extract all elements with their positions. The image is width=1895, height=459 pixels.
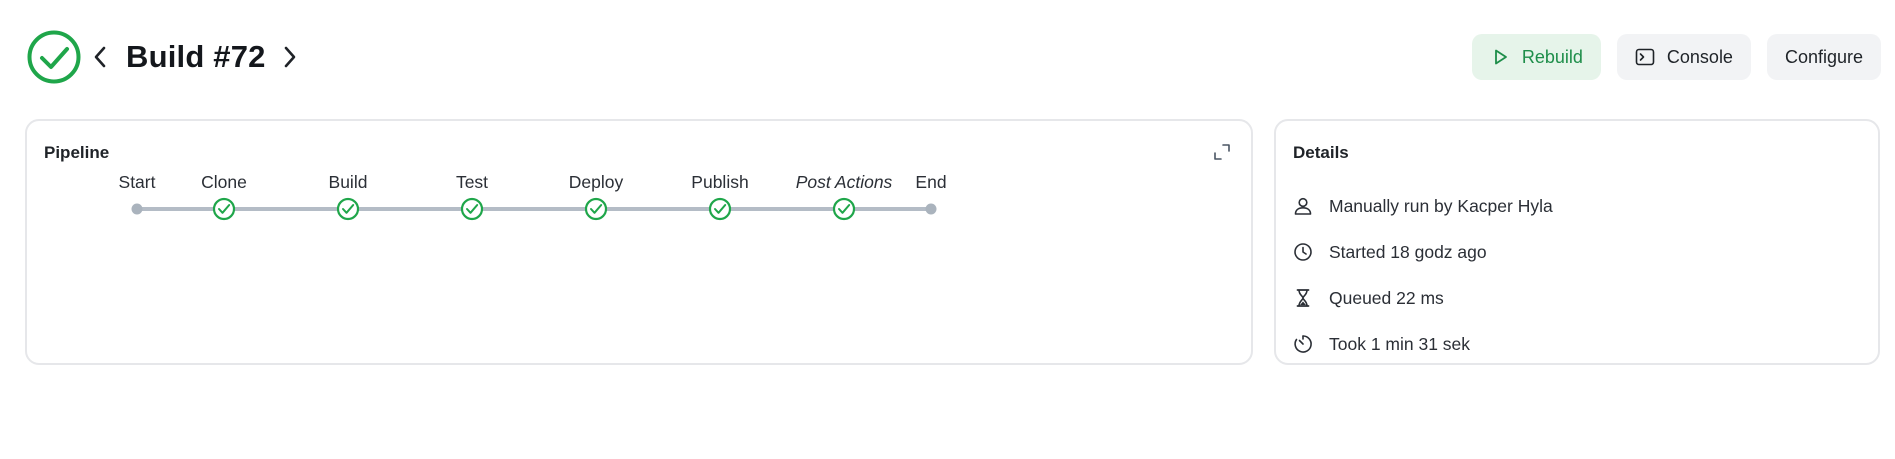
terminal-icon <box>1635 48 1655 66</box>
stage-success-icon <box>832 197 856 221</box>
pipeline-stage-deploy[interactable]: Deploy <box>569 172 624 221</box>
details-card: Details Manually run by Kacper Hyla Star… <box>1274 119 1880 365</box>
stage-label: Build <box>329 172 368 192</box>
detail-text: Manually run by Kacper Hyla <box>1329 195 1553 216</box>
user-icon <box>1294 197 1312 215</box>
pipeline-stage-clone[interactable]: Clone <box>201 172 247 221</box>
configure-label: Configure <box>1784 46 1863 67</box>
configure-button[interactable]: Configure <box>1766 34 1881 80</box>
stage-endpoint-dot <box>131 203 143 215</box>
previous-build-button[interactable] <box>90 43 110 71</box>
console-label: Console <box>1666 46 1733 67</box>
clock-icon <box>1294 243 1312 261</box>
play-icon <box>1494 49 1507 65</box>
stage-label: End <box>915 172 946 192</box>
success-check-icon <box>27 30 81 84</box>
stage-success-icon <box>460 197 484 221</box>
detail-run-by: Manually run by Kacper Hyla <box>1293 183 1553 229</box>
detail-queued: Queued 22 ms <box>1293 275 1553 321</box>
stage-endpoint-dot <box>925 203 937 215</box>
hourglass-icon <box>1296 289 1310 307</box>
stage-success-icon <box>584 197 608 221</box>
console-button[interactable]: Console <box>1616 34 1751 80</box>
pipeline-card: Pipeline Start Clone Build Test Deploy Publis… <box>25 119 1253 365</box>
stage-label: Clone <box>201 172 247 192</box>
rebuild-label: Rebuild <box>1521 46 1583 67</box>
pipeline-stage-build[interactable]: Build <box>329 172 368 221</box>
timer-icon <box>1294 335 1312 353</box>
rebuild-button[interactable]: Rebuild <box>1471 34 1601 80</box>
stage-success-icon <box>212 197 236 221</box>
details-list: Manually run by Kacper Hyla Started 18 g… <box>1293 183 1553 367</box>
header-actions: Rebuild Console Configure <box>1471 34 1881 80</box>
details-title: Details <box>1293 143 1349 162</box>
pipeline-stage-post-actions[interactable]: Post Actions <box>796 172 893 221</box>
pipeline-stage-test[interactable]: Test <box>456 172 488 221</box>
stage-success-icon <box>708 197 732 221</box>
stage-success-icon <box>336 197 360 221</box>
build-header: Build #72 <box>26 28 300 86</box>
stage-label: Start <box>119 172 156 192</box>
detail-took: Took 1 min 31 sek <box>1293 321 1553 367</box>
chevron-right-icon <box>284 46 295 68</box>
detail-text: Took 1 min 31 sek <box>1329 333 1471 354</box>
pipeline-stage-publish[interactable]: Publish <box>691 172 749 221</box>
detail-text: Queued 22 ms <box>1329 287 1444 308</box>
next-build-button[interactable] <box>280 43 300 71</box>
pipeline-graph: Start Clone Build Test Deploy Publish Post Act… <box>119 172 947 221</box>
page-title: Build #72 <box>126 39 266 74</box>
stage-label: Post Actions <box>796 172 893 192</box>
stage-label: Test <box>456 172 488 192</box>
stage-label: Deploy <box>569 172 624 192</box>
detail-text: Started 18 godz ago <box>1329 241 1487 262</box>
stage-label: Publish <box>691 172 748 192</box>
chevron-left-icon <box>94 46 106 68</box>
detail-started: Started 18 godz ago <box>1293 229 1553 275</box>
